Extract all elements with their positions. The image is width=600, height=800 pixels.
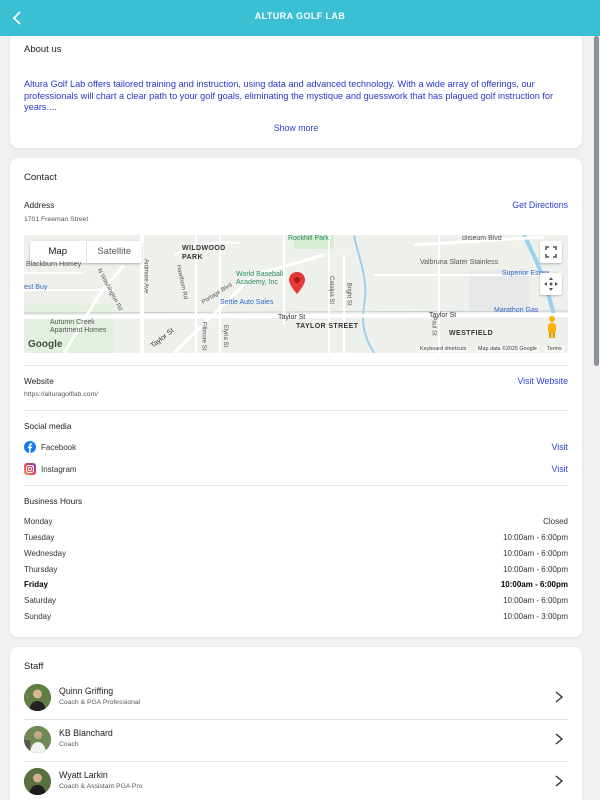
avatar-image <box>24 726 51 753</box>
facebook-icon <box>24 441 36 453</box>
avatar <box>24 768 51 795</box>
hours-day: Friday <box>24 580 49 589</box>
map-label-elyria: Elyria St <box>222 324 229 348</box>
top-app-bar: ALTURA GOLF LAB <box>0 0 600 36</box>
hours-time: 10:00am - 6:00pm <box>500 580 568 589</box>
divider <box>24 365 568 366</box>
map-data-attribution: Map data ©2025 Google <box>476 346 539 352</box>
get-directions-link[interactable]: Get Directions <box>512 200 568 210</box>
terms-link[interactable]: Terms <box>545 346 564 352</box>
instagram-visit-link[interactable]: Visit <box>552 464 568 474</box>
staff-role: Coach & Assistant PGA Pro <box>59 783 143 790</box>
social-row-instagram: Instagram Visit <box>24 463 568 477</box>
map-label-marathon: Marathon Gas <box>494 307 539 314</box>
chevron-right-icon <box>555 775 564 787</box>
map-label-bright: Bright St <box>345 282 352 306</box>
satellite-tab[interactable]: Satellite <box>85 241 143 263</box>
map-pin-icon[interactable] <box>289 272 305 294</box>
instagram-label: Instagram <box>41 465 77 474</box>
website-label: Website <box>24 376 54 386</box>
map-label-westfield: WESTFIELD <box>449 330 494 337</box>
visit-website-link[interactable]: Visit Website <box>517 376 568 386</box>
show-more-link[interactable]: Show more <box>10 123 582 133</box>
hours-time: Closed <box>543 517 568 526</box>
avatar <box>24 684 51 711</box>
map-label-settle-auto: Settle Auto Sales <box>220 299 274 306</box>
pegman-icon[interactable] <box>545 315 559 339</box>
about-text: Altura Golf Lab offers tailored training… <box>24 79 554 112</box>
map-label-autumn-creek: Autumn Creek Apartment Homes <box>50 319 107 334</box>
address-label: Address <box>24 200 55 210</box>
staff-row[interactable]: Wyatt Larkin Coach & Assistant PGA Pro <box>24 768 568 800</box>
hours-day: Tuesday <box>24 533 55 542</box>
social-media-label: Social media <box>24 421 72 431</box>
google-logo: Google <box>28 339 63 350</box>
hours-time: 10:00am - 6:00pm <box>503 549 568 558</box>
map-camera-control[interactable] <box>540 273 562 295</box>
hours-time: 10:00am - 6:00pm <box>503 533 568 542</box>
avatar-image <box>24 768 51 795</box>
map-label-world-baseball: World Baseball Academy, Inc <box>236 271 283 286</box>
about-card: About us Altura Golf Lab offers tailored… <box>10 36 582 148</box>
facebook-visit-link[interactable]: Visit <box>552 442 568 452</box>
hours-day: Wednesday <box>24 549 67 558</box>
website-url: https://alturagolflab.com/ <box>24 391 99 398</box>
map-label-catalpa: Catalpa St <box>328 275 335 305</box>
move-icon <box>544 277 558 291</box>
hours-day: Monday <box>24 517 53 526</box>
address-value: 1701 Freeman Street <box>24 216 89 223</box>
divider <box>24 485 568 486</box>
map-label-taylor-street: TAYLOR STREET <box>296 323 359 330</box>
avatar <box>24 726 51 753</box>
staff-name: Wyatt Larkin <box>59 770 108 780</box>
instagram-icon <box>24 463 36 475</box>
hours-time: 10:00am - 3:00pm <box>503 612 568 621</box>
map-tab[interactable]: Map <box>30 241 86 263</box>
hours-day: Thursday <box>24 565 58 574</box>
about-title: About us <box>24 44 62 55</box>
staff-name: Quinn Griffing <box>59 686 114 696</box>
fullscreen-button[interactable] <box>540 241 562 263</box>
staff-role: Coach <box>59 741 79 748</box>
map-view[interactable]: Map Satellite WILDWOOD PARK Rockhill Par… <box>24 235 568 353</box>
map-type-toggle: Map Satellite <box>30 241 142 263</box>
chevron-right-icon <box>555 733 564 745</box>
map-label-blackburn: Blackburn Homey <box>26 261 82 268</box>
map-label-ardmore: Ardmore Ave <box>142 258 149 294</box>
staff-role: Coach & PGA Professional <box>59 699 141 706</box>
hours-day: Sunday <box>24 612 52 621</box>
staff-name: KB Blanchard <box>59 728 113 738</box>
map-label-rockhill: Rockhill Park <box>288 235 329 242</box>
scrollbar[interactable] <box>594 36 599 366</box>
business-hours-label: Business Hours <box>24 496 83 506</box>
chevron-right-icon <box>555 691 564 703</box>
map-label-best-buy: est Buy <box>24 284 48 291</box>
map-label-fillmore: Fillmore St <box>200 321 207 351</box>
map-label-paul: Paul St <box>430 316 437 336</box>
avatar-image <box>24 684 51 711</box>
map-label-wildwood: WILDWOOD PARK <box>182 245 226 261</box>
contact-card: Contact Address Get Directions 1701 Free… <box>10 158 582 637</box>
page-title: ALTURA GOLF LAB <box>254 11 346 21</box>
fullscreen-icon <box>545 246 557 258</box>
social-row-facebook: Facebook Visit <box>24 441 568 455</box>
map-label-coliseum: oliseum Blvd <box>462 235 502 242</box>
contact-title: Contact <box>24 172 57 183</box>
facebook-label: Facebook <box>41 443 77 452</box>
map-label-valbruna: Valbruna Slater Stainless <box>420 259 499 266</box>
divider <box>24 719 568 720</box>
staff-card: Staff Quinn Griffing Coach & PGA Profess… <box>10 647 582 800</box>
map-label-taylor-st: Taylor St <box>278 314 306 321</box>
hours-time: 10:00am - 6:00pm <box>503 565 568 574</box>
keyboard-shortcuts-link[interactable]: Keyboard shortcuts <box>418 346 469 352</box>
staff-title: Staff <box>24 661 44 672</box>
hours-time: 10:00am - 6:00pm <box>503 596 568 605</box>
divider <box>24 410 568 411</box>
divider <box>24 761 568 762</box>
hours-day: Saturday <box>24 596 57 605</box>
